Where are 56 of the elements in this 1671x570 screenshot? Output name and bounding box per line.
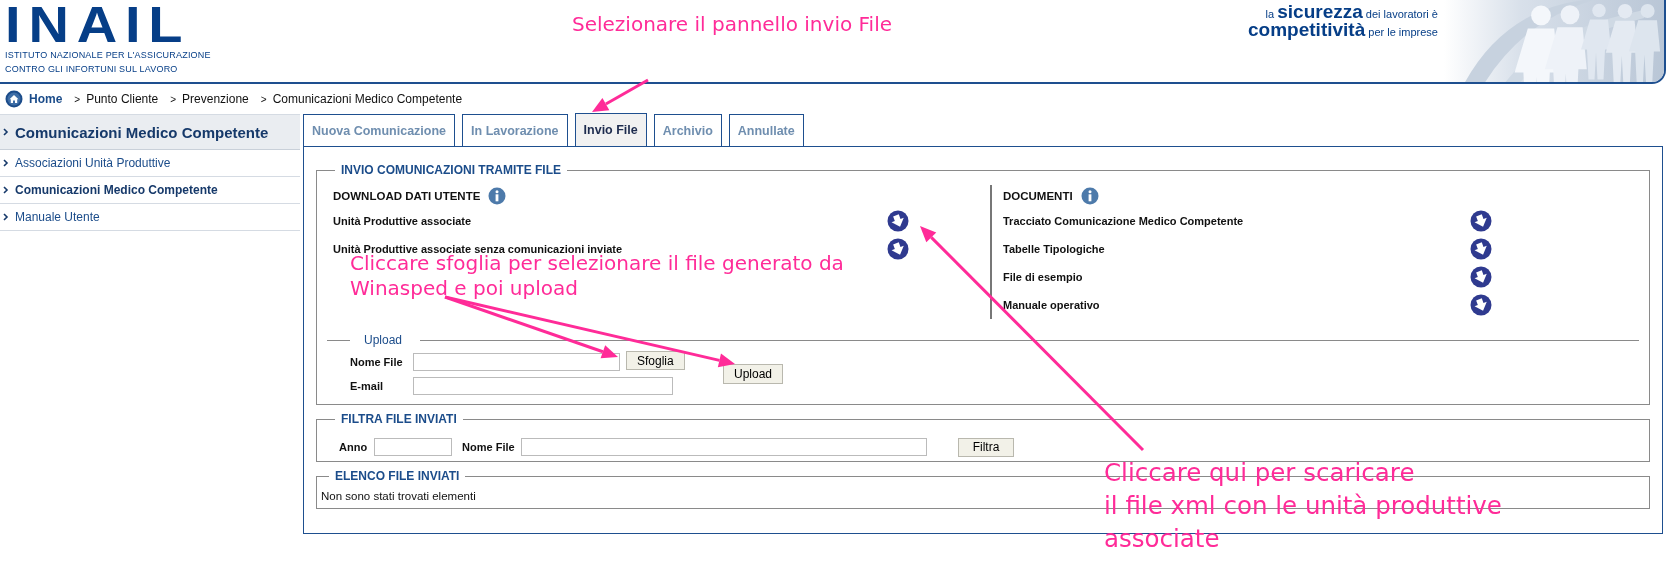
info-icon	[488, 187, 507, 205]
filter-button[interactable]: Filtra	[957, 437, 1015, 457]
subsection-legend: Upload	[350, 333, 421, 347]
breadcrumb-link[interactable]: Punto Cliente	[86, 92, 159, 106]
field-label: Nome File	[462, 441, 515, 453]
empty-message: Non sono stati trovati elementi	[321, 489, 476, 504]
download-label: Tabelle Tipologiche	[1003, 243, 1106, 255]
section-legend: FILTRA FILE INVIATI	[335, 412, 463, 426]
info-icon	[1080, 187, 1099, 205]
section-legend: INVIO COMUNICAZIONI TRAMITE FILE	[335, 163, 567, 177]
download-icon[interactable]	[1470, 238, 1492, 260]
chevron-icon	[3, 128, 9, 136]
field-label: Anno	[339, 441, 368, 453]
browse-button[interactable]: Sfoglia	[626, 351, 685, 370]
breadcrumb-separator: >	[260, 93, 267, 105]
sidebar-item[interactable]: Comunicazioni Medico Competente	[0, 177, 300, 204]
download-icon[interactable]	[887, 238, 909, 260]
breadcrumb-link[interactable]: Home	[29, 92, 63, 106]
home-icon	[5, 90, 23, 108]
download-icon[interactable]	[887, 210, 909, 232]
download-label: Manuale operativo	[1003, 299, 1101, 311]
breadcrumb-link[interactable]: Prevenzione	[182, 92, 249, 106]
sidebar-item[interactable]: Associazioni Unità Produttive	[0, 150, 300, 177]
breadcrumb-link[interactable]: Comunicazioni Medico Competente	[272, 92, 463, 106]
field-label: Nome File	[350, 356, 404, 368]
tab[interactable]: Invio File	[574, 113, 647, 146]
annotation-text: Selezionare il pannello invio File	[572, 11, 892, 37]
tagline-text: competitività per le imprese	[1248, 22, 1438, 40]
download-icon[interactable]	[1470, 266, 1492, 288]
breadcrumb-separator: >	[170, 93, 177, 105]
institute-name-line: ISTITUTO NAZIONALE PER L'ASSICURAZIONE	[5, 50, 211, 60]
year-field[interactable]	[374, 438, 453, 456]
chevron-icon	[3, 213, 9, 221]
download-icon[interactable]	[1470, 294, 1492, 316]
tagline-text: la sicurezza dei lavoratori è	[1265, 4, 1438, 22]
section-legend: ELENCO FILE INVIATI	[329, 469, 466, 483]
download-label: Unità Produttive associate	[333, 215, 473, 227]
download-label: Tracciato Comunicazione Medico Competente	[1003, 215, 1245, 227]
chevron-icon	[3, 159, 9, 167]
download-icon[interactable]	[1470, 210, 1492, 232]
file-name-field[interactable]	[520, 438, 927, 456]
institute-name-line: CONTRO GLI INFORTUNI SUL LAVORO	[5, 64, 178, 74]
upload-button[interactable]: Upload	[723, 364, 784, 384]
section-heading: DOCUMENTI	[1003, 190, 1073, 202]
download-label: Unità Produttive associate senza comunicazioni inviate	[333, 243, 624, 255]
download-label: File di esempio	[1003, 271, 1084, 283]
sidebar-heading: Comunicazioni Medico Competente	[0, 114, 300, 150]
logo-wordmark: INAIL	[5, 6, 191, 44]
file-name-field[interactable]	[413, 353, 620, 371]
field-label: E-mail	[350, 380, 384, 392]
breadcrumb-separator: >	[74, 93, 81, 105]
sidebar-item[interactable]: Manuale Utente	[0, 204, 300, 231]
chevron-icon	[3, 186, 9, 194]
annotation-arrow	[592, 78, 649, 112]
section-heading: DOWNLOAD DATI UTENTE	[333, 190, 481, 202]
email-field[interactable]	[413, 377, 673, 395]
